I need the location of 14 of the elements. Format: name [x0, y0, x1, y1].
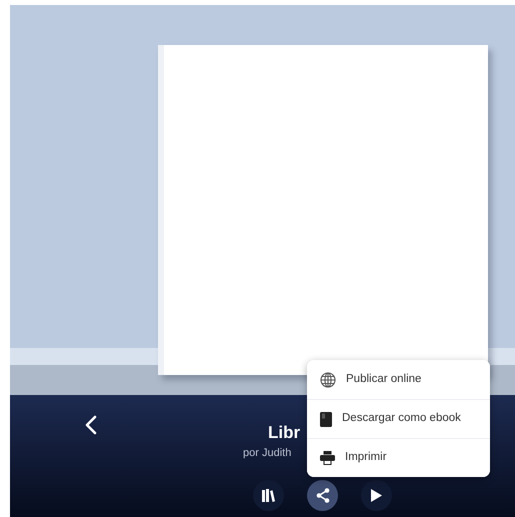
books-icon — [262, 489, 275, 502]
share-icon — [316, 488, 330, 503]
share-button[interactable] — [307, 480, 338, 511]
menu-item[interactable]: Imprimir — [307, 438, 490, 477]
menu-item[interactable]: Descargar como ebook — [307, 399, 490, 438]
book-title: Libr — [268, 422, 300, 444]
play-icon — [371, 489, 382, 502]
menu-item[interactable]: Publicar online — [307, 360, 490, 399]
globe-icon — [320, 372, 336, 388]
book-author: por Judith — [243, 446, 292, 461]
book-icon — [320, 412, 332, 426]
play-button[interactable] — [361, 480, 392, 511]
books-button[interactable] — [253, 480, 284, 511]
printer-icon — [320, 451, 335, 465]
